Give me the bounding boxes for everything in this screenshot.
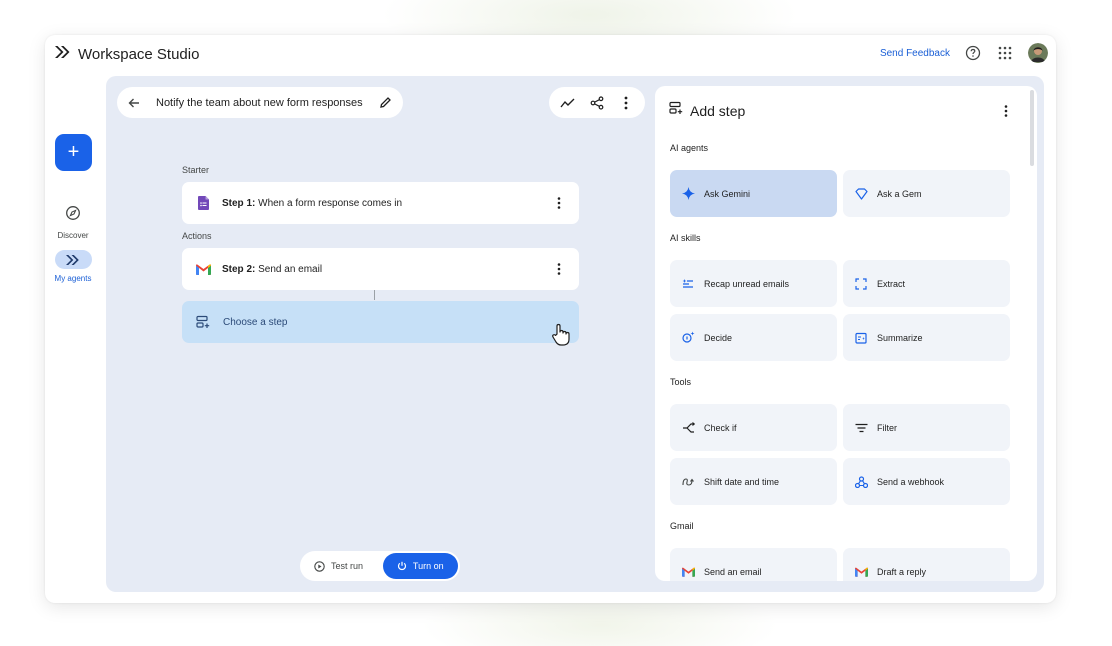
decide-icon [681,331,695,345]
gemini-sparkle-icon [681,187,695,201]
agent-title-bar: Notify the team about new form responses [117,87,403,118]
brand[interactable]: Workspace Studio [54,45,199,64]
option-recap-unread-emails[interactable]: Recap unread emails [670,260,837,307]
apps-grid-icon[interactable] [996,44,1014,62]
option-ask-gemini[interactable]: Ask Gemini [670,170,837,217]
recap-icon [681,277,695,291]
option-decide[interactable]: Decide [670,314,837,361]
workspace-studio-logo-icon [54,45,70,64]
gmail-icon [193,259,213,279]
option-send-an-email[interactable]: Send an email [670,548,837,581]
compass-icon [65,205,81,226]
gmail-icon [854,565,868,579]
header-actions: Send Feedback [880,43,1048,63]
send-feedback-link[interactable]: Send Feedback [880,48,950,59]
option-extract[interactable]: Extract [843,260,1010,307]
category-gmail: Gmail [670,521,694,531]
test-run-label: Test run [331,561,364,571]
activity-chart-icon[interactable] [557,92,579,114]
app-title: Workspace Studio [78,46,200,63]
panel-title: Add step [690,102,746,119]
step-card-1[interactable]: Step 1: When a form response comes in [182,182,579,224]
shift-date-icon [681,475,695,489]
step-1-description: When a form response comes in [258,197,403,209]
add-step-header: Add step [669,101,745,120]
option-summarize[interactable]: Summarize [843,314,1010,361]
summarize-icon [854,331,868,345]
option-draft-a-reply[interactable]: Draft a reply [843,548,1010,581]
step-2-text: Step 2: Send an email [222,264,548,275]
flow-canvas: Notify the team about new form responses… [106,76,1044,592]
option-label: Recap unread emails [704,278,790,289]
extract-icon [854,277,868,291]
option-shift-date-and-time[interactable]: Shift date and time [670,458,837,505]
category-tools: Tools [670,377,692,387]
choose-step-button[interactable]: Choose a step [182,301,579,343]
option-label: Decide [704,332,733,343]
rail-item-my-agents[interactable]: My agents [45,250,101,283]
edit-pencil-icon[interactable] [373,91,397,115]
agents-icon [54,250,92,269]
option-label: Draft a reply [877,566,927,577]
more-vert-icon[interactable] [615,92,637,114]
panel-more-vert-icon[interactable] [995,100,1017,122]
category-ai-skills: AI skills [670,233,701,243]
app-header: Workspace Studio Send Feedback [45,35,1056,75]
turn-on-label: Turn on [412,561,444,571]
flow-connector [374,290,375,300]
google-forms-icon [193,193,213,213]
option-label: Shift date and time [704,476,780,487]
share-icon[interactable] [586,92,608,114]
option-label: Check if [704,422,737,433]
option-filter[interactable]: Filter [843,404,1010,451]
add-step-icon [193,312,213,332]
canvas-toolbar [549,87,645,118]
option-label: Send a webhook [877,476,945,487]
step-2-more-vert-icon[interactable] [548,258,570,280]
option-ask-a-gem[interactable]: Ask a Gem [843,170,1010,217]
starter-label: Starter [182,165,210,175]
choose-step-label: Choose a step [223,316,288,328]
step-1-prefix: Step 1: [222,197,256,209]
rail-label-my-agents: My agents [54,274,92,283]
add-step-icon [669,101,683,120]
filter-icon [854,421,868,435]
hand-cursor-icon [551,323,571,352]
branch-icon [681,421,695,435]
webhook-icon [854,475,868,489]
option-label: Send an email [704,566,762,577]
option-check-if[interactable]: Check if [670,404,837,451]
help-icon[interactable] [964,44,982,62]
power-icon [397,561,407,571]
option-send-a-webhook[interactable]: Send a webhook [843,458,1010,505]
option-label: Summarize [877,332,923,343]
option-label: Ask a Gem [877,188,922,199]
option-label: Extract [877,278,906,289]
step-2-description: Send an email [258,263,323,275]
run-controls: Test run Turn on [300,551,460,581]
back-arrow-icon[interactable] [117,87,150,118]
step-card-2[interactable]: Step 2: Send an email [182,248,579,290]
avatar[interactable] [1028,43,1048,63]
panel-scrollbar[interactable] [1030,90,1034,166]
gem-icon [854,187,868,201]
play-circle-icon [314,560,325,572]
left-rail: + Discover My agents [45,75,101,603]
gmail-icon [681,565,695,579]
option-label: Ask Gemini [704,188,751,199]
option-label: Filter [877,422,897,433]
create-agent-button[interactable]: + [55,134,92,171]
test-run-button[interactable]: Test run [302,560,383,572]
rail-label-discover: Discover [57,231,89,240]
step-2-prefix: Step 2: [222,263,256,275]
rail-item-discover[interactable]: Discover [45,205,101,240]
add-step-panel: Add step AI agents Ask Gemini Ask a Gem [655,86,1037,581]
turn-on-button[interactable]: Turn on [382,553,458,579]
agent-title: Notify the team about new form responses [156,96,363,109]
step-1-text: Step 1: When a form response comes in [222,198,548,209]
step-1-more-vert-icon[interactable] [548,192,570,214]
app-window: Workspace Studio Send Feedback + Discove… [45,35,1056,603]
category-ai-agents: AI agents [670,143,709,153]
actions-label: Actions [182,231,212,241]
